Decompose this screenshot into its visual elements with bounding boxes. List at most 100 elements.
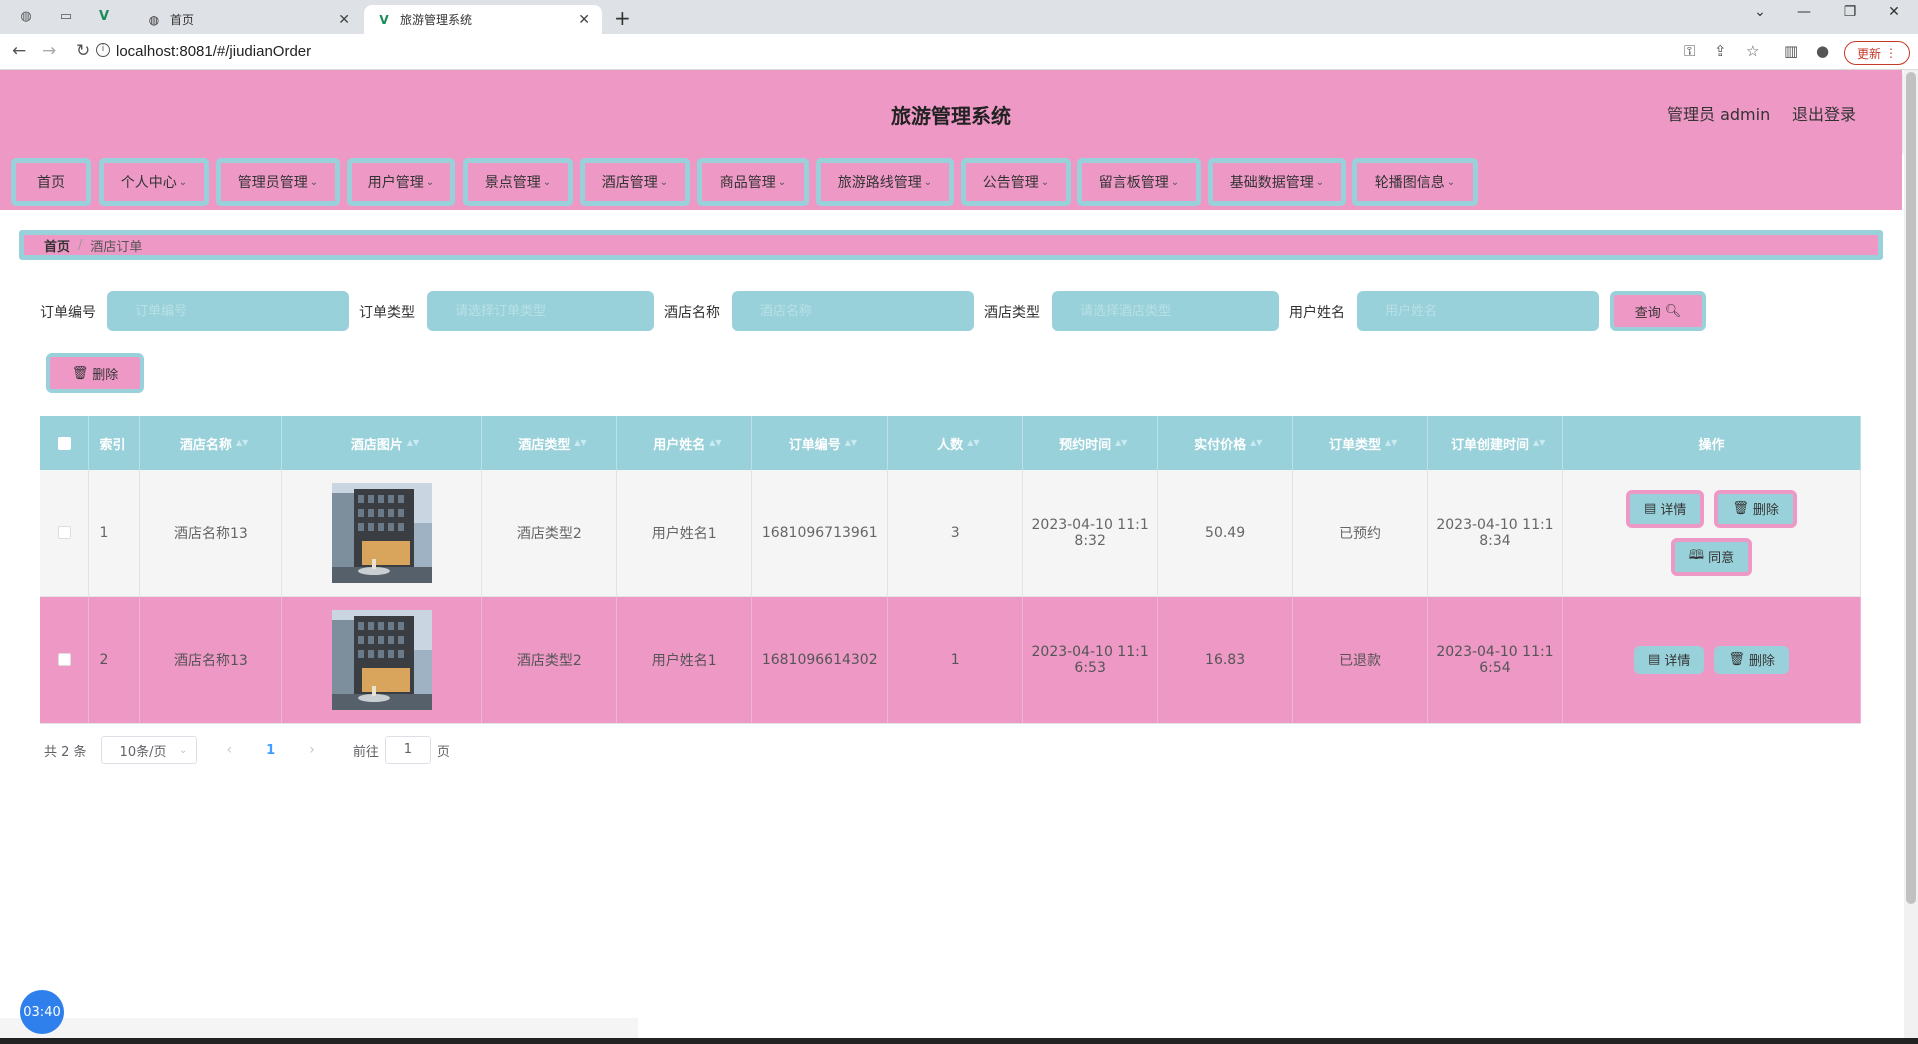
next-page-icon[interactable]: › [309,742,315,758]
select-all-checkbox[interactable] [57,436,71,450]
menu-item-notices[interactable]: 公告管理 ⌄ [961,158,1071,206]
minimize-icon[interactable]: — [1782,4,1826,20]
profile-icon[interactable]: ● [1816,42,1829,60]
hotel-name-cell: 酒店名称13 [139,596,283,724]
new-tab-icon[interactable]: + [614,6,631,30]
query-button[interactable]: 查询 🔍︎ [1610,291,1706,331]
column-header[interactable]: 订单创建时间 ▲▼ [1427,416,1563,470]
menu-item-products[interactable]: 商品管理 ⌄ [697,158,809,206]
menu-item-routes[interactable]: 旅游路线管理 ⌄ [816,158,954,206]
key-icon[interactable]: ⚿ [1684,42,1695,60]
breadcrumb-home[interactable]: 首页 [44,236,70,255]
globe-icon[interactable]: ◍ [18,9,34,25]
column-header[interactable]: 实付价格 ▲▼ [1157,416,1294,470]
header-label: 订单创建时间 [1450,437,1529,453]
update-button[interactable]: 更新 ⋮ [1844,41,1910,65]
search-label-hotel-type: 酒店类型 [984,305,1040,321]
row-checkbox[interactable] [57,526,71,540]
user-name-input[interactable] [1357,291,1599,331]
created-time-line2: 8:34 [1479,532,1511,549]
breadcrumb-current: 酒店订单 [90,239,143,255]
header-label: 索引 [99,437,126,453]
close-icon[interactable]: ✕ [338,12,350,28]
chevron-down-icon: ⌄ [1040,176,1050,188]
hotel-image[interactable] [331,482,432,583]
sort-icon[interactable]: ▲▼ [1533,439,1545,450]
detail-button[interactable]: ▤ 详情 [1626,489,1705,528]
menu-label: 留言板管理 [1098,175,1169,191]
page-size-select[interactable]: 10条/页 ⌄ [100,736,197,764]
forward-icon[interactable]: → [42,41,56,61]
hotel-image[interactable] [331,609,432,710]
hotel-image-cell [281,596,483,724]
approve-button[interactable]: 🕮︎ 同意 [1670,537,1753,576]
sort-icon[interactable]: ▲▼ [236,439,248,450]
share-icon[interactable]: ⇪ [1714,42,1727,60]
tab-home[interactable]: ◍ 首页 ✕ [134,5,362,34]
site-info-icon[interactable]: i [96,43,110,57]
column-header[interactable]: 酒店类型 ▲▼ [481,416,618,470]
people-cell: 1 [887,596,1024,724]
column-header[interactable]: 订单类型 ▲▼ [1292,416,1428,470]
vue-logo-icon[interactable]: V [96,9,112,25]
sort-icon[interactable]: ▲▼ [1115,439,1127,450]
scrollbar-thumb[interactable] [1906,72,1916,904]
page-number[interactable]: 1 [266,743,275,758]
window-close-icon[interactable]: ✕ [1872,4,1916,20]
search-label-hotel-name: 酒店名称 [664,305,720,321]
delete-button[interactable]: 🗑︎ 删除 [1714,489,1797,528]
created-time-line1: 2023-04-10 11:1 [1436,643,1554,660]
menu-item-profile[interactable]: 个人中心 ⌄ [99,158,209,206]
delete-button[interactable]: 🗑︎ 删除 [1714,645,1789,674]
column-header[interactable]: 订单编号 ▲▼ [751,416,889,470]
select-all-cell [40,416,90,470]
back-icon[interactable]: ← [12,41,26,61]
detail-label: 详情 [1664,654,1691,669]
menu-item-messageboard[interactable]: 留言板管理 ⌄ [1077,158,1201,206]
close-icon[interactable]: ✕ [578,12,590,28]
menu-item-home[interactable]: 首页 [11,158,91,206]
sort-icon[interactable]: ▲▼ [967,439,979,450]
sidepanel-icon[interactable]: ▥ [1784,42,1798,60]
hotel-name-input[interactable] [732,291,974,331]
column-header[interactable]: 酒店名称 ▲▼ [139,416,283,470]
hotel-type-cell: 酒店类型2 [481,470,618,597]
goto-page-input[interactable]: 1 [384,736,431,764]
detail-button[interactable]: ▤ 详情 [1634,645,1705,674]
column-header[interactable]: 酒店图片 ▲▼ [281,416,483,470]
order-type-select[interactable] [427,291,654,331]
header-label: 酒店图片 [350,437,403,453]
row-checkbox[interactable] [57,653,71,666]
prev-page-icon[interactable]: ‹ [227,742,233,758]
reload-icon[interactable]: ↻ [76,41,90,61]
menu-item-hotels[interactable]: 酒店管理 ⌄ [580,158,690,206]
column-header[interactable]: 人数 ▲▼ [887,416,1024,470]
tab-search-chevron-icon[interactable]: ⌄ [1738,4,1782,20]
hotel-type-select[interactable] [1052,291,1279,331]
taskbar-strip [0,1038,1918,1044]
blank-tab-icon[interactable]: ▭ [58,9,74,25]
tab-travel-system[interactable]: V 旅游管理系统 ✕ [364,5,602,34]
pagination: 共 2 条 10条/页 ⌄ ‹ 1 › 前往 1 页 [44,736,450,764]
sort-icon[interactable]: ▲▼ [709,439,721,450]
sort-icon[interactable]: ▲▼ [1250,439,1262,450]
restore-icon[interactable]: ❐ [1828,4,1872,20]
sort-icon[interactable]: ▲▼ [1385,439,1397,450]
menu-item-basedata[interactable]: 基础数据管理 ⌄ [1208,158,1346,206]
logout-link[interactable]: 退出登录 [1792,101,1856,125]
menu-item-attractions[interactable]: 景点管理 ⌄ [463,158,573,206]
header-label: 订单编号 [788,437,841,453]
sort-icon[interactable]: ▲▼ [845,439,857,450]
order-no-input[interactable] [107,291,349,331]
timer-badge[interactable]: 03:40 [20,990,64,1034]
menu-item-admins[interactable]: 管理员管理 ⌄ [216,158,340,206]
menu-item-users[interactable]: 用户管理 ⌄ [347,158,455,206]
sort-icon[interactable]: ▲▼ [407,439,419,450]
menu-item-carousel[interactable]: 轮播图信息 ⌄ [1352,158,1478,206]
bookmark-star-icon[interactable]: ☆ [1746,42,1759,60]
column-header[interactable]: 用户姓名 ▲▼ [616,416,753,470]
sort-icon[interactable]: ▲▼ [574,439,586,450]
column-header[interactable]: 预约时间 ▲▼ [1022,416,1159,470]
url-field[interactable]: localhost:8081/#/jiudianOrder [116,43,311,60]
batch-delete-button[interactable]: 🗑︎ 删除 [46,353,144,393]
